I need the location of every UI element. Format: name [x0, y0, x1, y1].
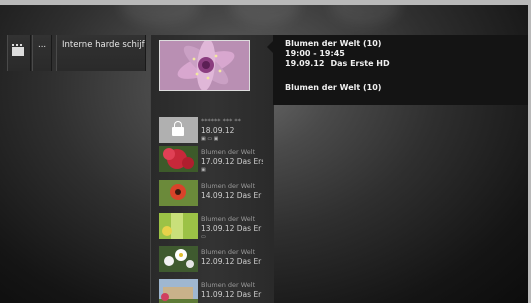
- breadcrumb-ellipsis[interactable]: ...: [32, 35, 52, 71]
- recording-list-panel: ****** *** ** 18.09.12 ▣ ▭ ▣ Blumen der …: [150, 35, 274, 303]
- red-poppy-thumbnail: [159, 180, 198, 206]
- info-time: 19:00 - 19:45: [285, 49, 345, 58]
- green-garden-thumbnail: [159, 213, 198, 239]
- item-title: Blumen der Welt: [201, 182, 256, 190]
- item-date: 11.09.12 Das Er: [201, 290, 262, 299]
- item-date: 13.09.12 Das Er: [201, 224, 262, 233]
- status-icons: ▣ ▭ ▣: [201, 136, 219, 142]
- list-item[interactable]: ****** *** ** 18.09.12 ▣ ▭ ▣: [159, 117, 269, 147]
- item-date: 12.09.12 Das Er: [201, 257, 262, 266]
- item-title: Blumen der Welt: [201, 248, 256, 256]
- lock-thumbnail: [159, 117, 198, 143]
- lock-icon: [172, 121, 184, 136]
- info-title: Blumen der Welt (10): [285, 39, 382, 48]
- ceiling-light: [230, 5, 300, 25]
- status-icons: ▭: [201, 234, 206, 240]
- white-flowers-thumbnail: [159, 246, 198, 272]
- item-date: 17.09.12 Das Ers: [201, 157, 263, 166]
- info-channel: Das Erste HD: [330, 59, 390, 68]
- recording-info-panel: Blumen der Welt (10) 19:00 - 19:45 19.09…: [267, 35, 528, 105]
- ceiling-light: [330, 5, 400, 25]
- item-title: ****** *** **: [201, 117, 241, 125]
- list-item[interactable]: Blumen der Welt 17.09.12 Das Ers ▣: [159, 146, 269, 176]
- list-item[interactable]: Blumen der Welt 12.09.12 Das Er: [159, 246, 269, 276]
- item-date: 18.09.12: [201, 126, 235, 135]
- list-item[interactable]: Blumen der Welt 14.09.12 Das Er: [159, 180, 269, 210]
- breadcrumb-folder[interactable]: Interne harde schijf: [56, 35, 146, 71]
- breadcrumb-video-root[interactable]: [7, 35, 31, 71]
- breadcrumb-ellipsis-label: ...: [38, 40, 47, 50]
- list-item[interactable]: Blumen der Welt 11.09.12 Das Er: [159, 279, 269, 303]
- info-episode: Blumen der Welt (10): [285, 83, 382, 92]
- item-date: 14.09.12 Das Er: [201, 191, 262, 200]
- info-date: 19.09.12: [285, 59, 325, 68]
- garden-building-thumbnail: [159, 279, 198, 303]
- recordings-screen: ... Interne harde schijf ****** *** ** 1…: [0, 5, 528, 303]
- film-clapper-icon: [12, 44, 24, 56]
- item-title: Blumen der Welt: [201, 281, 256, 289]
- list-item[interactable]: Blumen der Welt 13.09.12 Das Er ▭: [159, 213, 269, 243]
- status-icons: ▣: [201, 167, 206, 173]
- red-flower-thumbnail: [159, 146, 198, 172]
- breadcrumb-folder-label: Interne harde schijf: [62, 40, 145, 50]
- item-title: Blumen der Welt: [201, 215, 256, 223]
- info-date-channel: 19.09.12 Das Erste HD: [285, 59, 390, 68]
- info-pointer: [267, 41, 273, 53]
- ceiling-light: [120, 5, 200, 25]
- preview-image: [159, 40, 250, 91]
- item-title: Blumen der Welt: [201, 148, 256, 156]
